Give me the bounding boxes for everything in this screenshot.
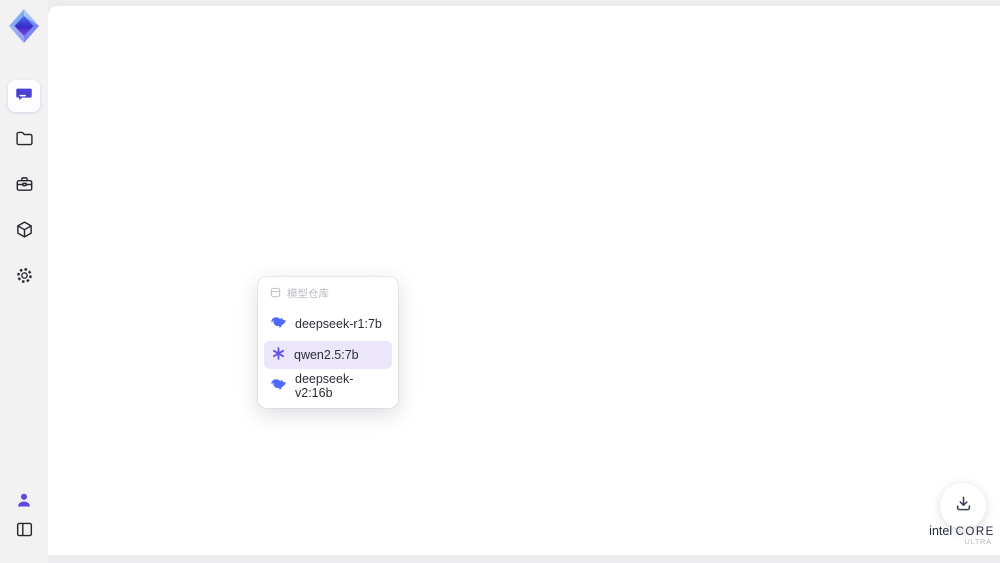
sidebar-item-settings[interactable] [8,262,40,294]
sidebar-item-chat[interactable] [8,80,40,112]
panel-icon [15,520,34,544]
brand-word-core: core [955,526,995,538]
sidebar-item-folders[interactable] [8,125,40,157]
qwen-icon [271,346,286,364]
model-dropdown: 模型仓库 deepseek-r1:7b qwen2.5:7b deepseek-… [258,277,398,408]
model-option-label: qwen2.5:7b [294,348,359,362]
sidebar-item-tools[interactable] [8,171,40,203]
app-logo-icon [4,6,44,46]
main-surface [48,6,1000,555]
intel-core-logo: intel core Ultra [926,524,998,546]
model-option-qwen[interactable]: qwen2.5:7b [264,341,392,369]
deepseek-icon [271,315,287,334]
cube-icon [15,220,34,244]
sidebar-item-account[interactable] [8,486,40,518]
model-option-label: deepseek-r1:7b [295,317,382,331]
download-icon [954,494,973,518]
model-option-deepseek-v2[interactable]: deepseek-v2:16b [264,372,392,400]
folder-icon [15,129,34,153]
chat-icon [15,85,33,108]
brand-word-intel: intel [929,524,953,538]
model-dropdown-header: 模型仓库 [264,284,392,307]
sidebar-item-apps[interactable] [8,216,40,248]
model-option-label: deepseek-v2:16b [295,372,354,400]
brand-sub-label: Ultra [964,539,992,546]
sidebar-item-panel[interactable] [8,516,40,548]
sidebar [0,0,48,563]
download-button[interactable] [940,483,986,529]
model-option-deepseek-r1[interactable]: deepseek-r1:7b [264,310,392,338]
user-icon [15,491,33,514]
repository-icon [270,287,281,301]
toolbox-icon [15,175,34,199]
settings-icon [15,266,34,290]
deepseek-icon [271,377,287,396]
